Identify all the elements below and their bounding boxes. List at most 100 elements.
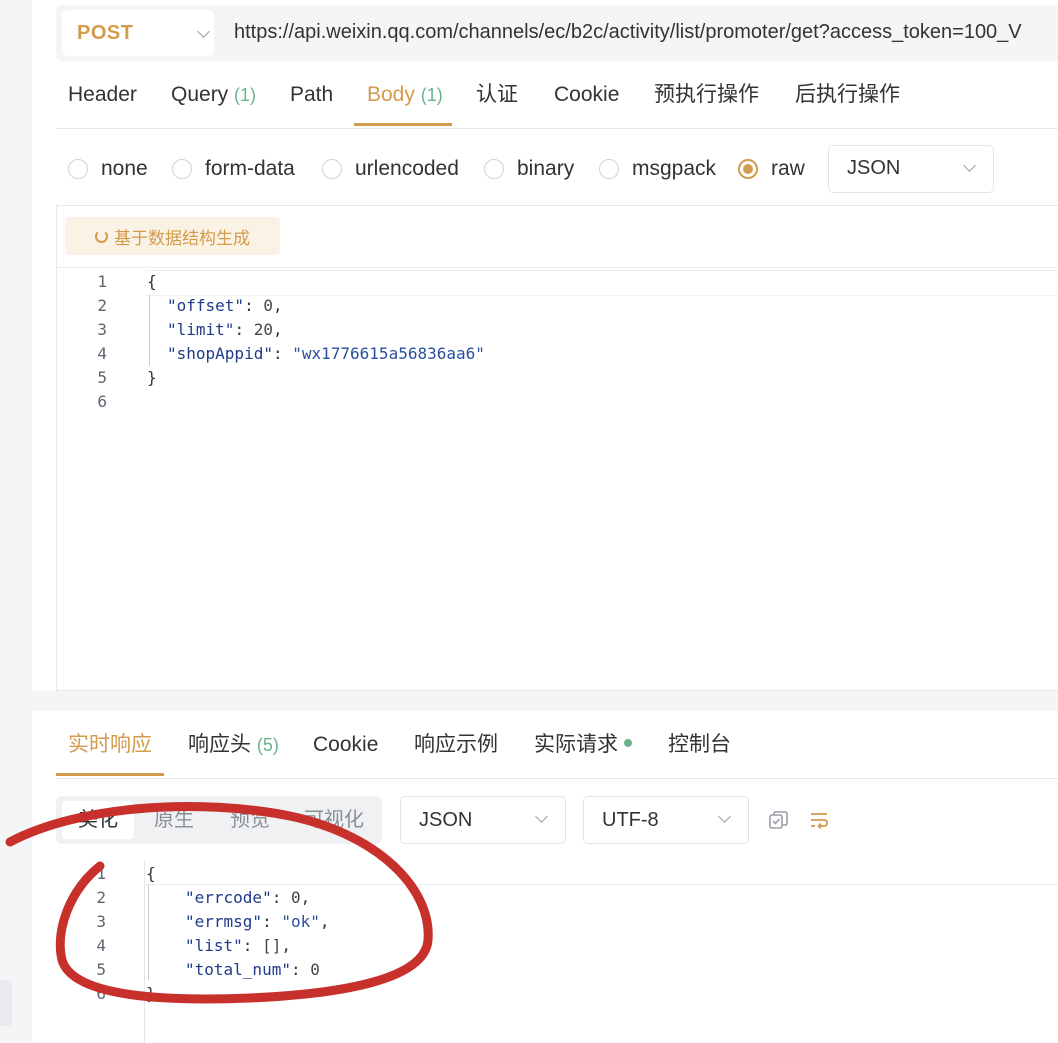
button-label: 基于数据结构生成 xyxy=(114,228,250,248)
line-content: { xyxy=(147,272,157,291)
current-line-highlight xyxy=(145,270,1058,296)
tab-pre-operations[interactable]: 预执行操作 xyxy=(654,68,759,127)
tab-label: 预执行操作 xyxy=(654,83,759,106)
tab-console[interactable]: 控制台 xyxy=(668,718,731,777)
line-content: "total_num": 0 xyxy=(185,958,320,982)
view-preview[interactable]: 预览 xyxy=(214,801,286,839)
line-content: "limit": 20, xyxy=(167,318,283,342)
json-value: "wx1776615a56836aa6" xyxy=(292,344,485,363)
radio-raw[interactable]: raw xyxy=(738,145,805,193)
tab-live-response[interactable]: 实时响应 xyxy=(68,718,152,777)
method-select[interactable]: POST xyxy=(62,10,214,56)
request-tabs: Header Query (1) Path Body (1) 认证 Cookie… xyxy=(56,68,1058,129)
rail-collapse-handle[interactable] xyxy=(0,980,12,1026)
tab-label: Cookie xyxy=(313,733,379,756)
copy-icon[interactable] xyxy=(768,810,790,832)
tab-actual-request[interactable]: 实际请求 xyxy=(534,718,632,777)
select-value: UTF-8 xyxy=(602,809,659,831)
tab-response-example[interactable]: 响应示例 xyxy=(414,718,498,777)
tab-label: 实际请求 xyxy=(534,733,618,756)
json-sep: : xyxy=(271,888,291,907)
tab-post-operations[interactable]: 后执行操作 xyxy=(795,68,900,127)
tab-label: 控制台 xyxy=(668,733,731,756)
body-format-select[interactable]: JSON xyxy=(828,145,994,193)
generate-from-schema-button[interactable]: 基于数据结构生成 xyxy=(65,217,280,255)
chevron-down-icon xyxy=(963,159,976,172)
tab-body[interactable]: Body (1) xyxy=(367,68,443,127)
response-encoding-select[interactable]: UTF-8 xyxy=(583,796,749,844)
radio-circle xyxy=(322,159,342,179)
json-tail: , xyxy=(319,912,330,931)
tab-cookie[interactable]: Cookie xyxy=(554,68,619,127)
json-sep: : xyxy=(290,960,311,979)
json-sep: : xyxy=(262,912,282,931)
json-key: "shopAppid" xyxy=(167,344,273,363)
line-number: 4 xyxy=(96,936,106,955)
tab-response-headers[interactable]: 响应头 (5) xyxy=(188,718,279,777)
line-content: } xyxy=(147,368,157,387)
line-content: "errmsg": "ok", xyxy=(185,910,330,934)
tab-response-cookie[interactable]: Cookie xyxy=(313,718,378,777)
json-value: 0 xyxy=(310,960,320,979)
radio-none[interactable]: none xyxy=(68,145,148,193)
code-line: 1{ xyxy=(57,270,1058,296)
method-label: POST xyxy=(77,21,134,44)
select-value: JSON xyxy=(847,157,901,179)
radio-label: binary xyxy=(517,157,575,180)
radio-binary[interactable]: binary xyxy=(484,145,574,193)
tab-count: (1) xyxy=(420,85,443,105)
json-tail: , xyxy=(281,936,291,955)
view-raw[interactable]: 原生 xyxy=(138,801,210,839)
line-number: 5 xyxy=(96,960,106,979)
tab-path[interactable]: Path xyxy=(290,68,333,127)
url-input[interactable]: https://api.weixin.qq.com/channels/ec/b2… xyxy=(234,21,1022,44)
json-key: "limit" xyxy=(167,320,235,339)
code-line: 1{ xyxy=(56,862,1058,886)
tab-label: 响应示例 xyxy=(414,733,498,756)
chevron-down-icon xyxy=(535,810,548,823)
code-line: 5 "total_num": 0 xyxy=(56,958,1058,982)
json-value: [] xyxy=(262,936,282,955)
select-value: JSON xyxy=(419,809,473,831)
code-line: 2 "offset": 0, xyxy=(57,294,1058,318)
request-body-editor[interactable]: 基于数据结构生成 1{ 2 "offset": 0, 3 "limit": 20, … xyxy=(56,205,1058,691)
panel-divider[interactable] xyxy=(32,691,1058,711)
radio-label: none xyxy=(101,157,148,180)
line-number: 1 xyxy=(97,272,107,291)
response-tabs: 实时响应 响应头 (5) Cookie 响应示例 实际请求 控制台 xyxy=(56,718,1058,779)
tab-header[interactable]: Header xyxy=(68,68,137,127)
view-pretty[interactable]: 美化 xyxy=(62,801,134,839)
json-key: "errcode" xyxy=(185,888,272,907)
radio-label: msgpack xyxy=(632,157,717,180)
json-tail: , xyxy=(300,888,311,907)
code-line: 5} xyxy=(57,366,1058,390)
radio-urlencoded[interactable]: urlencoded xyxy=(322,145,459,193)
code-line: 3 "limit": 20, xyxy=(57,318,1058,342)
tab-label: Path xyxy=(290,83,334,106)
radio-circle xyxy=(599,159,619,179)
json-value: 0 xyxy=(290,888,301,907)
view-visualize[interactable]: 可视化 xyxy=(292,801,376,839)
tab-count: (1) xyxy=(234,85,257,105)
json-key: "errmsg" xyxy=(185,912,263,931)
radio-form-data[interactable]: form-data xyxy=(172,145,295,193)
tab-label: Query xyxy=(171,83,229,106)
json-value: 0 xyxy=(263,296,273,315)
url-bar: POST https://api.weixin.qq.com/channels/… xyxy=(56,5,1058,61)
radio-label: raw xyxy=(771,157,805,180)
line-number: 3 xyxy=(97,320,107,339)
response-code-area[interactable]: 1{ 2 "errcode": 0, 3 "errmsg": "ok", 4 "lis… xyxy=(56,862,1058,1006)
tab-query[interactable]: Query (1) xyxy=(171,68,256,127)
json-tail: , xyxy=(272,296,283,315)
tab-auth[interactable]: 认证 xyxy=(476,68,518,127)
json-key: "list" xyxy=(185,936,243,955)
response-body-viewer[interactable]: 1{ 2 "errcode": 0, 3 "errmsg": "ok", 4 "lis… xyxy=(56,860,1058,1043)
left-rail xyxy=(0,0,32,1043)
view-mode-segmented: 美化 原生 预览 可视化 xyxy=(56,796,382,844)
line-number: 6 xyxy=(96,984,106,1003)
line-content: "errcode": 0, xyxy=(185,886,310,910)
radio-msgpack[interactable]: msgpack xyxy=(599,145,716,193)
response-format-select[interactable]: JSON xyxy=(400,796,566,844)
wrap-lines-icon[interactable] xyxy=(808,810,830,832)
code-area[interactable]: 1{ 2 "offset": 0, 3 "limit": 20, 4 "shopApp… xyxy=(57,270,1058,414)
